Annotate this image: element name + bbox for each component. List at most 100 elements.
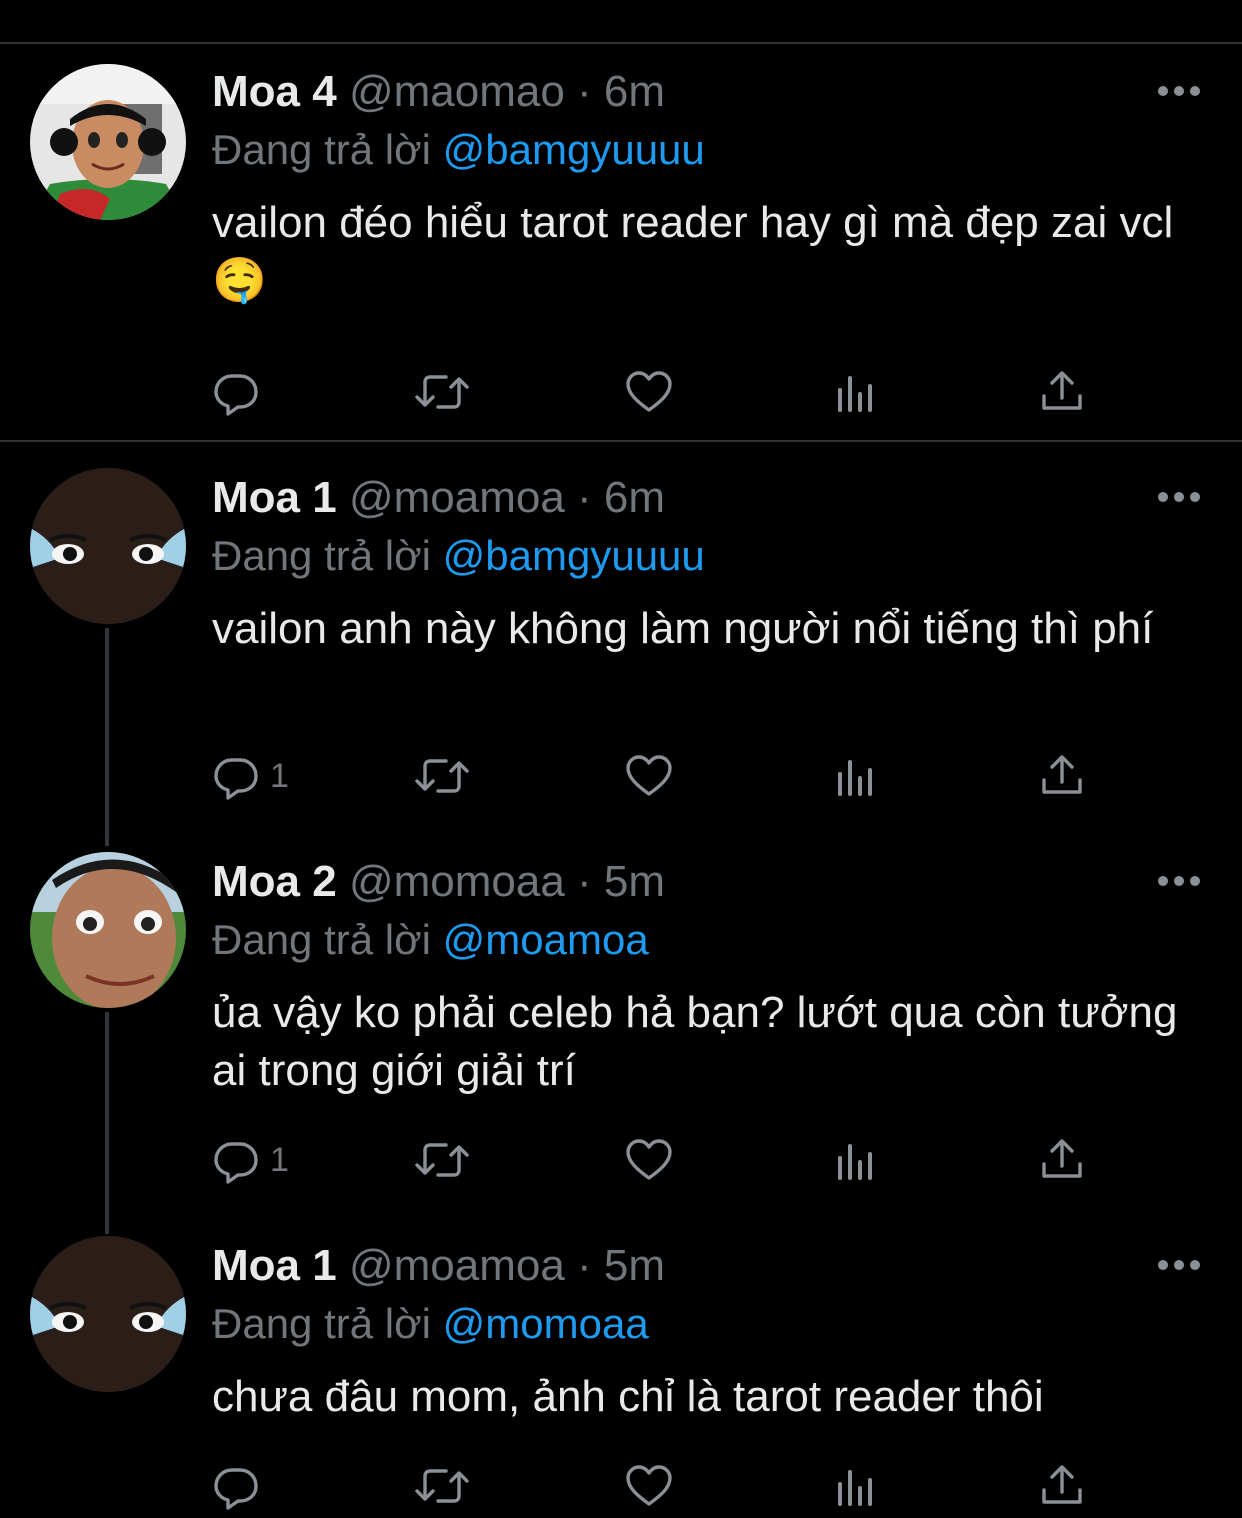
separator: · <box>577 473 592 522</box>
retweet-button[interactable] <box>414 752 470 800</box>
tweet-text: vailon anh này không làm người nổi tiếng… <box>212 604 1154 653</box>
display-name[interactable]: Moa 1 <box>212 1241 337 1290</box>
replying-to: Đang trả lời @moamoa <box>212 910 649 970</box>
reply-button[interactable] <box>212 368 270 416</box>
reply-mention[interactable]: @bamgyuuuu <box>443 532 705 579</box>
avatar[interactable] <box>30 1236 186 1392</box>
reply-count: 1 <box>270 756 289 795</box>
avatar[interactable] <box>30 852 186 1008</box>
display-name[interactable]: Moa 4 <box>212 67 337 116</box>
retweet-button[interactable] <box>414 1136 470 1184</box>
reply-prefix: Đang trả lời <box>212 916 431 963</box>
more-icon[interactable] <box>1158 490 1200 504</box>
tweet-header: Moa 2 @momoaa · 5m <box>212 850 665 914</box>
views-icon <box>832 752 880 800</box>
share-button[interactable] <box>1038 1462 1086 1510</box>
replying-to: Đang trả lời @bamgyuuuu <box>212 526 705 586</box>
avatar-moa1-image <box>30 468 186 624</box>
avatar-moa2-image <box>30 852 186 1008</box>
like-icon <box>624 1462 674 1510</box>
timestamp[interactable]: 5m <box>604 857 665 906</box>
more-icon[interactable] <box>1158 84 1200 98</box>
avatar[interactable] <box>30 468 186 624</box>
like-button[interactable] <box>624 1462 674 1510</box>
like-button[interactable] <box>624 368 674 416</box>
avatar[interactable] <box>30 64 186 220</box>
action-bar <box>212 368 1092 416</box>
views-icon <box>832 1136 880 1184</box>
avatar-moa4-image <box>30 64 186 220</box>
top-divider <box>0 42 1242 44</box>
like-button[interactable] <box>624 1136 674 1184</box>
tweet[interactable]: Moa 2 @momoaa · 5m Đang trả lời @moamoa … <box>0 850 1242 1210</box>
timestamp[interactable]: 5m <box>604 1241 665 1290</box>
share-icon <box>1038 368 1086 416</box>
action-bar: 1 <box>212 752 1092 800</box>
share-icon <box>1038 752 1086 800</box>
share-button[interactable] <box>1038 1136 1086 1184</box>
handle[interactable]: @moamoa <box>349 473 565 522</box>
display-name[interactable]: Moa 1 <box>212 473 337 522</box>
reply-mention[interactable]: @bamgyuuuu <box>443 126 705 173</box>
views-button[interactable] <box>832 368 880 416</box>
reply-icon <box>212 368 260 416</box>
tweet-text: vailon đéo hiểu tarot reader hay gì mà đ… <box>212 198 1174 305</box>
views-button[interactable] <box>832 752 880 800</box>
replying-to: Đang trả lời @bamgyuuuu <box>212 120 705 180</box>
views-icon <box>832 368 880 416</box>
tweet[interactable]: Moa 1 @moamoa · 6m Đang trả lời @bamgyuu… <box>0 466 1242 826</box>
tweet[interactable]: Moa 4 @maomao · 6m Đang trả lời @bamgyuu… <box>0 60 1242 430</box>
retweet-icon <box>414 368 470 416</box>
reply-icon <box>212 1462 260 1510</box>
timestamp[interactable]: 6m <box>604 67 665 116</box>
tweet-header: Moa 4 @maomao · 6m <box>212 60 665 124</box>
avatar-moa1-image <box>30 1236 186 1392</box>
reply-mention[interactable]: @momoaa <box>443 1300 649 1347</box>
retweet-icon <box>414 1136 470 1184</box>
reply-icon <box>212 752 260 800</box>
handle[interactable]: @moamoa <box>349 1241 565 1290</box>
like-button[interactable] <box>624 752 674 800</box>
separator: · <box>577 857 592 906</box>
reply-button[interactable] <box>212 1462 270 1510</box>
separator: · <box>577 1241 592 1290</box>
handle[interactable]: @momoaa <box>349 857 565 906</box>
reply-count: 1 <box>270 1140 289 1179</box>
retweet-button[interactable] <box>414 1462 470 1510</box>
views-button[interactable] <box>832 1136 880 1184</box>
handle[interactable]: @maomao <box>349 67 565 116</box>
views-icon <box>832 1462 880 1510</box>
tweet-header: Moa 1 @moamoa · 5m <box>212 1234 665 1298</box>
action-bar <box>212 1462 1092 1510</box>
reply-button[interactable]: 1 <box>212 752 289 800</box>
reply-icon <box>212 1136 260 1184</box>
separator: · <box>577 67 592 116</box>
share-button[interactable] <box>1038 752 1086 800</box>
retweet-icon <box>414 752 470 800</box>
action-bar: 1 <box>212 1136 1092 1184</box>
replying-to: Đang trả lời @momoaa <box>212 1294 649 1354</box>
timestamp[interactable]: 6m <box>604 473 665 522</box>
retweet-button[interactable] <box>414 368 470 416</box>
share-icon <box>1038 1136 1086 1184</box>
reply-prefix: Đang trả lời <box>212 1300 431 1347</box>
views-button[interactable] <box>832 1462 880 1510</box>
like-icon <box>624 1136 674 1184</box>
display-name[interactable]: Moa 2 <box>212 857 337 906</box>
more-icon[interactable] <box>1158 874 1200 888</box>
tweet-text: ủa vậy ko phải celeb hả bạn? lướt qua cò… <box>212 988 1178 1095</box>
like-icon <box>624 752 674 800</box>
more-icon[interactable] <box>1158 1258 1200 1272</box>
reply-button[interactable]: 1 <box>212 1136 289 1184</box>
like-icon <box>624 368 674 416</box>
share-icon <box>1038 1462 1086 1510</box>
reply-prefix: Đang trả lời <box>212 532 431 579</box>
tweet-header: Moa 1 @moamoa · 6m <box>212 466 665 530</box>
tweet-text: chưa đâu mom, ảnh chỉ là tarot reader th… <box>212 1372 1044 1421</box>
reply-prefix: Đang trả lời <box>212 126 431 173</box>
tweet-divider <box>0 440 1242 442</box>
tweet[interactable]: Moa 1 @moamoa · 5m Đang trả lời @momoaa … <box>0 1234 1242 1518</box>
retweet-icon <box>414 1462 470 1510</box>
reply-mention[interactable]: @moamoa <box>443 916 649 963</box>
share-button[interactable] <box>1038 368 1086 416</box>
